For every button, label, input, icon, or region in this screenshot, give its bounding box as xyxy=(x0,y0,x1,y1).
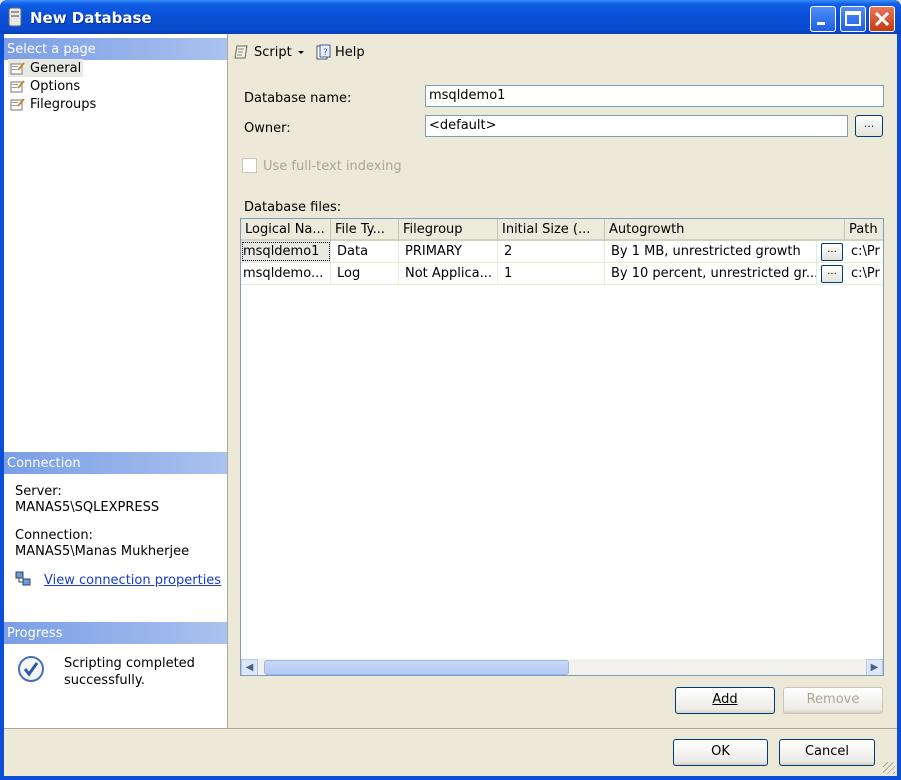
help-icon: ? xyxy=(316,44,331,60)
cell-filegroup[interactable]: Not Applica... xyxy=(399,263,498,284)
maximize-button[interactable] xyxy=(840,6,866,32)
database-name-input[interactable]: msqldemo1 xyxy=(425,85,884,107)
cell-initial-size[interactable]: 2 xyxy=(498,241,605,262)
page-item-general[interactable]: General xyxy=(8,59,84,77)
owner-browse-button[interactable]: ... xyxy=(855,115,883,137)
title-bar[interactable]: New Database xyxy=(0,0,901,34)
maximize-icon xyxy=(845,11,861,26)
page-item-label: Options xyxy=(30,78,81,94)
scroll-right-arrow-icon[interactable]: ▶ xyxy=(866,659,883,675)
script-button[interactable]: Script xyxy=(234,44,306,60)
progress-status-text: Scripting completed successfully. xyxy=(64,656,195,688)
check-circle-icon xyxy=(18,656,44,682)
select-page-header: Select a page xyxy=(4,38,227,60)
resize-grip-icon[interactable] xyxy=(883,762,895,774)
fulltext-indexing-checkbox[interactable] xyxy=(242,158,257,173)
page-item-options[interactable]: Options xyxy=(8,77,82,95)
fulltext-indexing-label: Use full-text indexing xyxy=(263,159,402,174)
svg-text:?: ? xyxy=(323,48,328,58)
page-item-label: General xyxy=(30,60,82,76)
ok-button[interactable]: OK xyxy=(673,739,768,766)
connection-value: MANAS5\Manas Mukherjee xyxy=(15,544,190,559)
column-header-file-type[interactable]: File Ty... xyxy=(331,219,399,241)
table-row[interactable]: msqldemo... Log Not Applica... 1 By 10 p… xyxy=(241,263,883,285)
close-button[interactable] xyxy=(869,6,895,32)
page-wrench-icon xyxy=(10,80,25,93)
toolbar: Script ? Help xyxy=(229,34,897,71)
cell-logical-name[interactable]: msqldemo... xyxy=(241,263,331,284)
scrollbar-thumb[interactable] xyxy=(264,660,569,675)
help-label: Help xyxy=(335,44,365,60)
help-button[interactable]: ? Help xyxy=(315,44,365,60)
column-header-filegroup[interactable]: Filegroup xyxy=(399,219,498,241)
window-title: New Database xyxy=(30,9,152,27)
autogrowth-browse-button[interactable]: ... xyxy=(821,243,843,261)
add-button[interactable]: Add xyxy=(675,687,775,714)
column-header-logical-name[interactable]: Logical Na... xyxy=(241,219,331,241)
view-connection-properties-link[interactable]: View connection properties xyxy=(44,573,221,588)
server-value: MANAS5\SQLEXPRESS xyxy=(15,500,160,515)
script-label: Script xyxy=(254,44,292,60)
database-icon xyxy=(8,7,22,27)
dialog-client: Select a page General Options Filegroups… xyxy=(4,34,897,776)
close-icon xyxy=(874,11,890,27)
owner-label: Owner: xyxy=(244,121,291,136)
horizontal-scrollbar[interactable]: ◀ ▶ xyxy=(241,659,883,675)
dialog-window: New Database Select a page General Optio… xyxy=(0,0,901,780)
autogrowth-browse-button[interactable]: ... xyxy=(821,265,843,283)
cancel-button[interactable]: Cancel xyxy=(779,739,875,766)
progress-header: Progress xyxy=(4,622,227,644)
script-icon xyxy=(234,45,248,59)
minimize-button[interactable] xyxy=(810,6,836,32)
column-header-autogrowth[interactable]: Autogrowth xyxy=(605,219,845,241)
left-pane: Select a page General Options Filegroups… xyxy=(4,34,228,728)
page-item-label: Filegroups xyxy=(30,96,97,112)
minimize-icon xyxy=(817,22,825,25)
cancel-button-label: Cancel xyxy=(804,744,850,759)
owner-input[interactable]: <default> xyxy=(425,115,848,137)
connection-label: Connection: xyxy=(15,528,93,543)
cell-autogrowth[interactable]: By 1 MB, unrestricted growth xyxy=(605,241,817,262)
cell-initial-size[interactable]: 1 xyxy=(498,263,605,284)
add-button-label: Add xyxy=(712,692,738,707)
database-files-label: Database files: xyxy=(244,200,342,215)
cell-path[interactable]: c:\Pr xyxy=(845,241,883,262)
column-header-path[interactable]: Path xyxy=(845,219,883,241)
remove-button[interactable]: Remove xyxy=(783,687,883,714)
page-wrench-icon xyxy=(10,62,25,75)
page-wrench-icon xyxy=(10,98,25,111)
footer-divider xyxy=(4,728,897,729)
grid-header: Logical Na... File Ty... Filegroup Initi… xyxy=(241,219,883,241)
table-row[interactable]: msqldemo1 Data PRIMARY 2 By 1 MB, unrest… xyxy=(241,241,883,263)
cell-path[interactable]: c:\Pr xyxy=(845,263,883,284)
column-header-initial-size[interactable]: Initial Size (... xyxy=(498,219,605,241)
page-item-filegroups[interactable]: Filegroups xyxy=(8,95,98,113)
connection-header: Connection xyxy=(4,452,227,474)
database-files-grid[interactable]: Logical Na... File Ty... Filegroup Initi… xyxy=(240,218,884,676)
dropdown-arrow-icon[interactable] xyxy=(296,47,306,57)
database-name-label: Database name: xyxy=(244,91,352,106)
cell-autogrowth[interactable]: By 10 percent, unrestricted gr... xyxy=(605,263,817,284)
cell-file-type[interactable]: Data xyxy=(331,241,399,262)
server-label: Server: xyxy=(15,484,62,499)
cell-logical-name[interactable]: msqldemo1 xyxy=(241,241,331,262)
cell-file-type[interactable]: Log xyxy=(331,263,399,284)
scroll-left-arrow-icon[interactable]: ◀ xyxy=(241,659,258,675)
cell-filegroup[interactable]: PRIMARY xyxy=(399,241,498,262)
remove-button-label: Remove xyxy=(806,692,860,707)
ok-button-label: OK xyxy=(711,744,730,759)
connection-properties-icon xyxy=(15,571,31,586)
